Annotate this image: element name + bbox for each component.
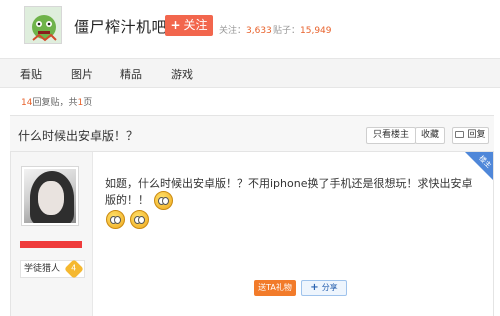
favorite-button[interactable]: 收藏 xyxy=(415,127,445,144)
post-block: 学徒猎人 4 楼主 如题，什么时候出安卓版！？不用iphone换了手机还是很想玩… xyxy=(10,152,494,316)
follow-label: 关注 xyxy=(183,18,208,32)
only-op-button[interactable]: 只看楼主 xyxy=(366,127,416,144)
author-name: 学徒猎人 xyxy=(24,264,61,274)
tab-featured[interactable]: 精品 xyxy=(120,66,142,82)
reply-count: 14回复贴，共1页 xyxy=(21,98,93,108)
comment-icon xyxy=(455,131,465,138)
share-plus-icon: + xyxy=(310,282,319,293)
avatar-image xyxy=(24,169,76,223)
plus-icon: + xyxy=(170,18,181,32)
emoji-icon xyxy=(129,210,149,229)
post-content: 如题，什么时候出安卓版！？不用iphone换了手机还是很想玩！求快出安卓版的！！ xyxy=(105,176,477,229)
author-name-box[interactable]: 学徒猎人 4 xyxy=(20,259,85,279)
forum-tabs: 看贴 图片 精品 游戏 xyxy=(0,58,500,88)
reply-button[interactable]: 回复 xyxy=(452,127,489,144)
tab-posts[interactable]: 看贴 xyxy=(20,66,42,82)
thread-title: 什么时候出安卓版！？ xyxy=(18,129,139,143)
tab-games[interactable]: 游戏 xyxy=(171,66,193,82)
forum-logo[interactable] xyxy=(24,6,62,44)
tab-images[interactable]: 图片 xyxy=(71,66,93,82)
posts-stat: 贴子：15,949 xyxy=(273,26,332,36)
author-column: 学徒猎人 4 xyxy=(11,152,93,316)
emoji-icon xyxy=(106,210,125,229)
emoji-icon xyxy=(153,191,173,210)
zombie-logo-icon xyxy=(25,7,61,43)
thread-title-bar: 什么时候出安卓版！？ 只看楼主 收藏 回复 xyxy=(10,115,494,152)
share-button[interactable]: + 分享 xyxy=(301,280,347,296)
send-gift-button[interactable]: 送TA礼物 xyxy=(254,280,296,296)
forum-name[interactable]: 僵尸榨汁机吧 xyxy=(74,16,167,37)
avatar[interactable] xyxy=(21,166,79,226)
forum-header: 僵尸榨汁机吧 + 关注 关注：3,633 贴子：15,949 xyxy=(0,0,500,50)
author-rank-bar xyxy=(20,241,82,248)
follow-button[interactable]: + 关注 xyxy=(165,15,213,36)
level-badge: 4 xyxy=(64,259,84,279)
followers-stat: 关注：3,633 xyxy=(219,26,272,36)
